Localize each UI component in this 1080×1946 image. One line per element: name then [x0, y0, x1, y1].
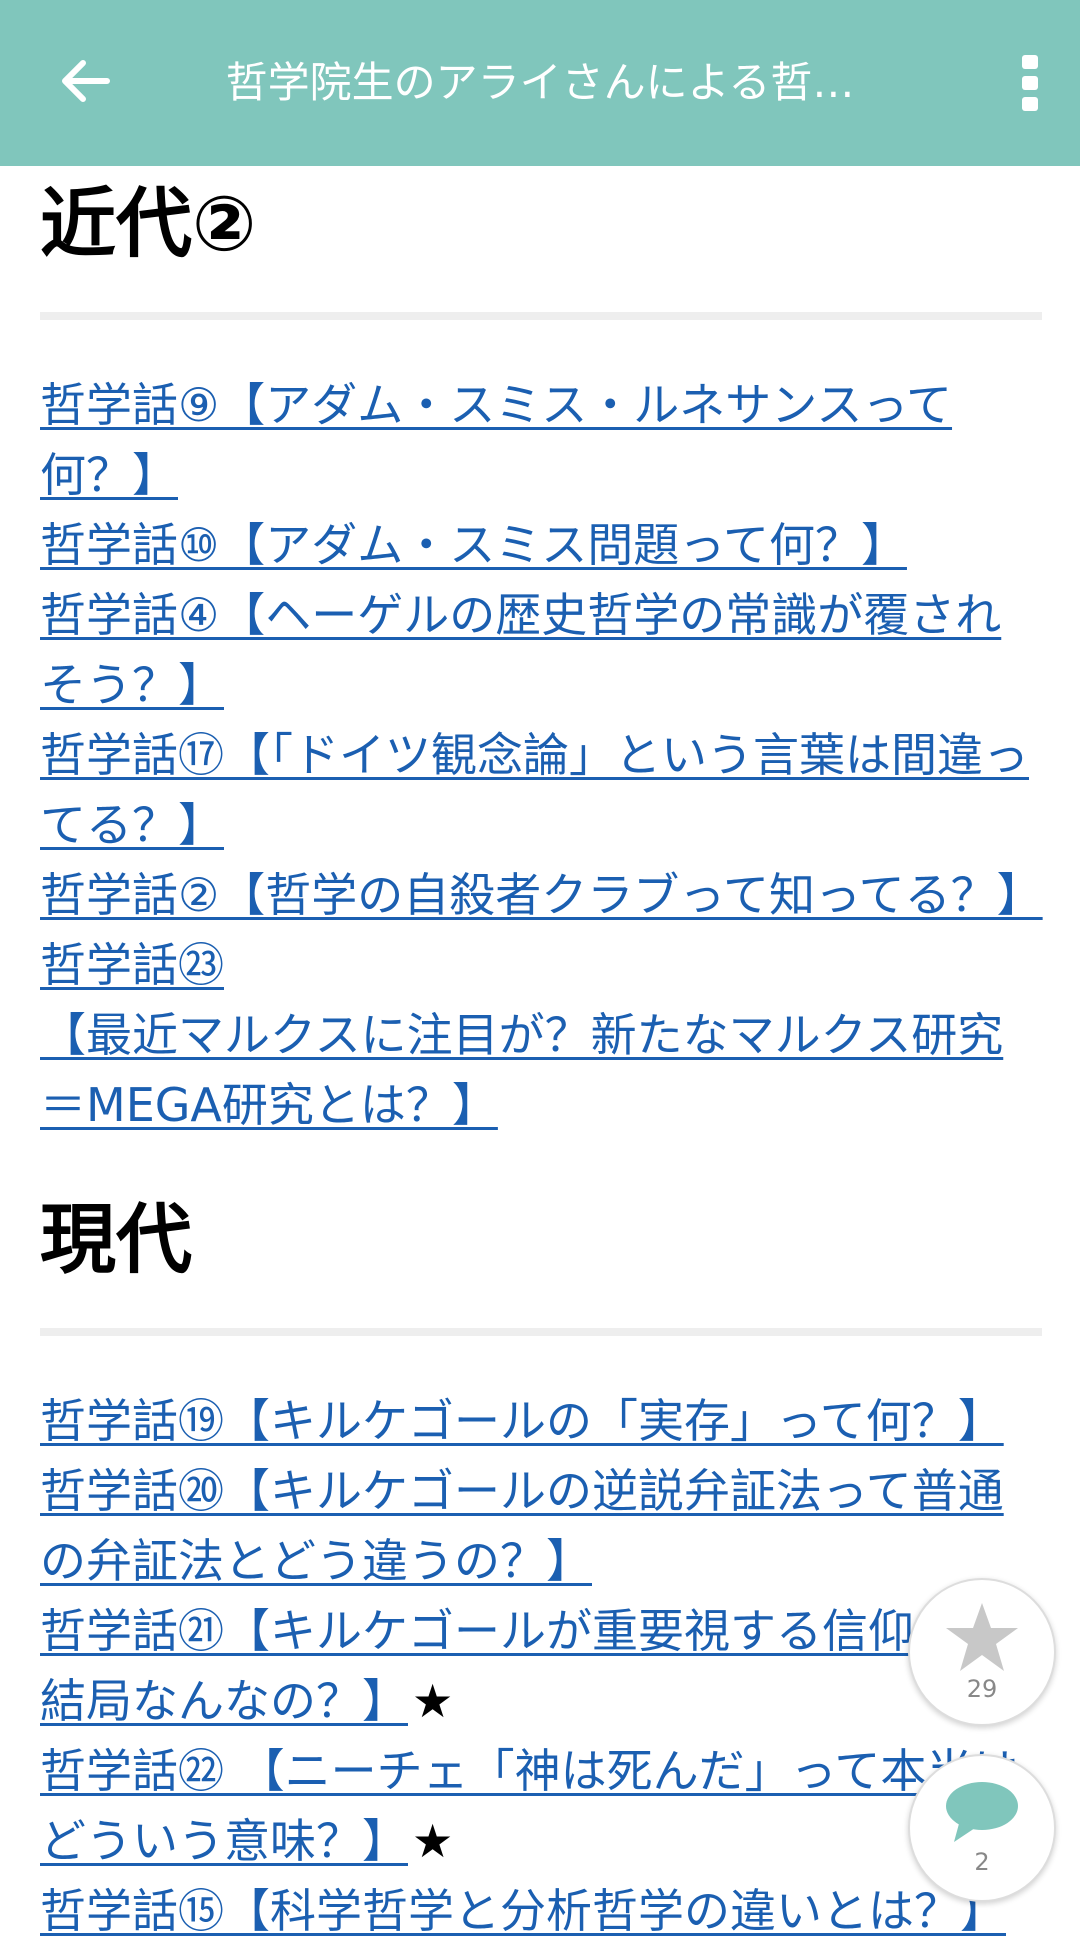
article-content: 近代② 哲学話⑨【アダム・スミス・ルネサンスって何？】 哲学話⑩【アダム・スミス…	[40, 166, 1043, 1946]
section-title-modern-2: 近代②	[40, 179, 257, 268]
article-link[interactable]: 哲学話④【ヘーゲルの歴史哲学の常識が覆されそう？】	[40, 588, 1001, 712]
article-link[interactable]: 哲学話⑲【キルケゴールの「実存」って何？】	[40, 1394, 1004, 1448]
arrow-left-icon	[62, 60, 110, 102]
star-icon	[946, 1603, 1018, 1671]
list-item: 哲学話⑳【キルケゴールの逆説弁証法って普通の弁証法とどう違うの？】	[40, 1456, 1042, 1596]
section-divider	[40, 312, 1042, 320]
featured-star: ★	[412, 1674, 454, 1728]
list-item: 哲学話⑩【アダム・スミス問題って何？】	[40, 510, 1042, 580]
article-link[interactable]: 哲学話⑳【キルケゴールの逆説弁証法って普通の弁証法とどう違うの？】	[40, 1464, 1004, 1588]
comment-button[interactable]: 2	[908, 1754, 1056, 1902]
comment-bubble-icon	[946, 1782, 1018, 1842]
link-list-contemporary: 哲学話⑲【キルケゴールの「実存」って何？】 哲学話⑳【キルケゴールの逆説弁証法っ…	[40, 1386, 1042, 1946]
article-link[interactable]: 哲学話⑩【アダム・スミス問題って何？】	[40, 518, 907, 572]
app-header: 哲学院生のアライさんによる哲…	[0, 0, 1080, 166]
article-link[interactable]: 哲学話⑰【「ドイツ観念論」という言葉は間違ってる？】	[40, 728, 1029, 852]
section-title-contemporary: 現代	[40, 1195, 192, 1284]
article-link[interactable]: 哲学話②【哲学の自殺者クラブって知ってる？】	[40, 868, 1043, 922]
list-item: 哲学話⑰【「ドイツ観念論」という言葉は間違ってる？】	[40, 720, 1042, 860]
page-title: 哲学院生のアライさんによる哲…	[225, 58, 855, 107]
list-item: 哲学話⑲【キルケゴールの「実存」って何？】	[40, 1386, 1042, 1456]
like-button[interactable]: 29	[908, 1578, 1056, 1726]
list-item: 哲学話⑨【アダム・スミス・ルネサンスって何？】	[40, 370, 1042, 510]
list-item: 哲学話④【ヘーゲルの歴史哲学の常識が覆されそう？】	[40, 580, 1042, 720]
article-link[interactable]: 哲学話⑮【科学哲学と分析哲学の違いとは？】	[40, 1884, 1006, 1938]
list-item: 哲学話⑮【科学哲学と分析哲学の違いとは？】	[40, 1876, 1042, 1946]
section-divider	[40, 1328, 1042, 1336]
article-link[interactable]: 【最近マルクスに注目が？新たなマルクス研究＝MEGA研究とは？】	[40, 1008, 1003, 1132]
more-menu-button[interactable]	[1000, 40, 1060, 126]
article-link[interactable]: 哲学話㉑【キルケゴールが重要視する信仰って結局なんなの？】	[40, 1604, 1004, 1728]
list-item: 哲学話㉓	[40, 930, 1042, 1000]
link-list-modern-2: 哲学話⑨【アダム・スミス・ルネサンスって何？】 哲学話⑩【アダム・スミス問題って…	[40, 370, 1043, 1140]
article-link[interactable]: 哲学話㉓	[40, 938, 224, 992]
list-item: 【最近マルクスに注目が？新たなマルクス研究＝MEGA研究とは？】	[40, 1000, 1042, 1140]
list-item: 哲学話㉒ 【ニーチェ「神は死んだ」って本当はどういう意味？】★	[40, 1736, 1042, 1876]
list-item: 哲学話㉑【キルケゴールが重要視する信仰って結局なんなの？】★	[40, 1596, 1042, 1736]
back-button[interactable]	[40, 36, 130, 126]
comment-count: 2	[974, 1848, 990, 1876]
more-vertical-icon	[1022, 55, 1038, 111]
article-link[interactable]: 哲学話⑨【アダム・スミス・ルネサンスって何？】	[40, 378, 952, 502]
like-count: 29	[966, 1675, 998, 1703]
list-item: 哲学話②【哲学の自殺者クラブって知ってる？】	[40, 860, 1043, 930]
featured-star: ★	[412, 1814, 454, 1868]
article-link[interactable]: 哲学話㉒ 【ニーチェ「神は死んだ」って本当はどういう意味？】	[40, 1744, 1018, 1868]
